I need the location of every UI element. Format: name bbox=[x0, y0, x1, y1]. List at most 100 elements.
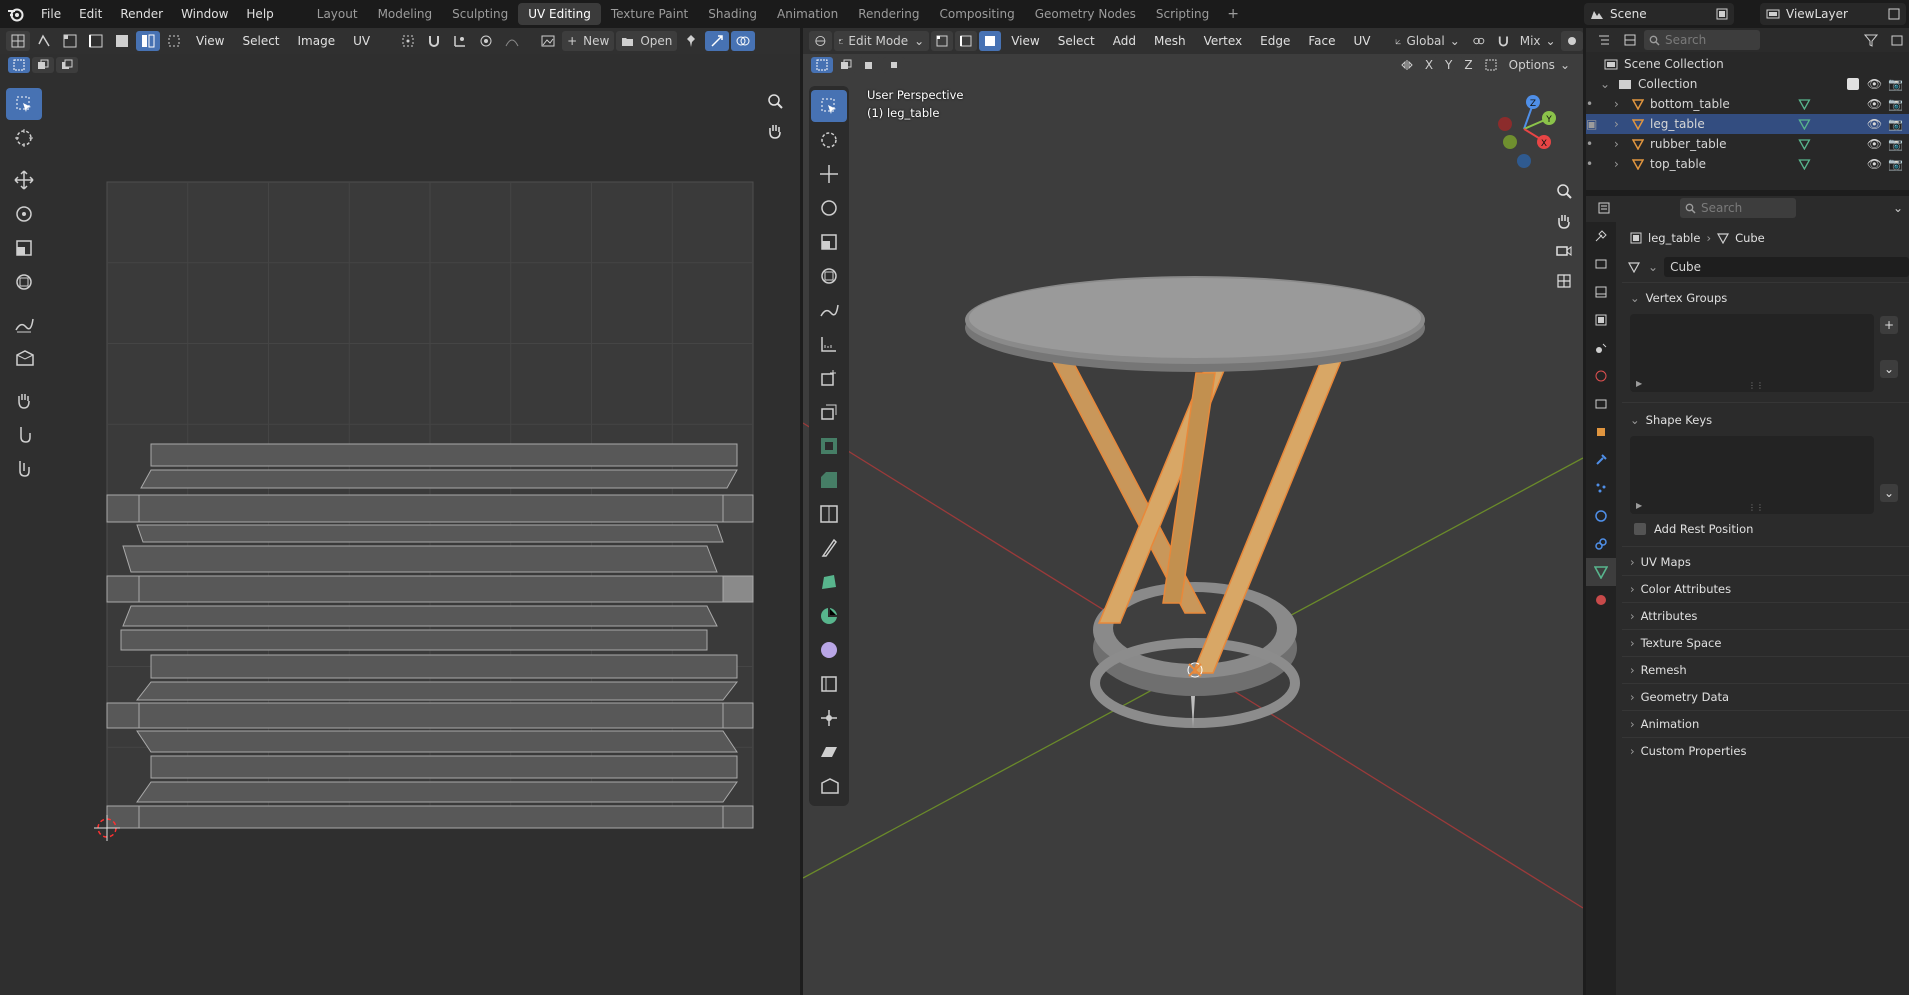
panel-color-attributes[interactable]: › Color Attributes bbox=[1622, 577, 1909, 601]
filter-icon[interactable] bbox=[1859, 30, 1883, 50]
vp-poly-build-tool-icon[interactable] bbox=[811, 566, 847, 598]
chevron-right-icon[interactable]: › bbox=[1614, 117, 1632, 131]
panel-vertex-groups[interactable]: ⌄ Vertex Groups bbox=[1622, 286, 1909, 310]
panel-attributes[interactable]: › Attributes bbox=[1622, 604, 1909, 628]
vp-select-box-tool-icon[interactable] bbox=[811, 90, 847, 122]
viewport-menu-mesh[interactable]: Mesh bbox=[1146, 34, 1194, 48]
outliner-object-top-table[interactable]: • › top_table 👁 📷 bbox=[1586, 154, 1909, 174]
vp-shrink-fatten-tool-icon[interactable] bbox=[811, 702, 847, 734]
mirror-axis-x[interactable]: X bbox=[1419, 57, 1439, 73]
render-camera-icon[interactable]: 📷 bbox=[1888, 137, 1903, 151]
vp-spin-tool-icon[interactable] bbox=[811, 600, 847, 632]
chevron-down-icon[interactable]: ⌄ bbox=[1887, 198, 1909, 218]
blender-logo-icon[interactable] bbox=[0, 0, 32, 28]
properties-editor-type-icon[interactable] bbox=[1592, 198, 1616, 218]
chevron-down-icon[interactable]: ⌄ bbox=[1600, 77, 1618, 91]
tab-texture-paint[interactable]: Texture Paint bbox=[601, 3, 698, 25]
render-camera-icon[interactable]: 📷 bbox=[1888, 97, 1903, 111]
shape-key-specials-icon[interactable]: ⌄ bbox=[1880, 484, 1898, 502]
viewport-menu-add[interactable]: Add bbox=[1105, 34, 1144, 48]
viewport-menu-vertex[interactable]: Vertex bbox=[1196, 34, 1251, 48]
panel-uv-maps[interactable]: › UV Maps bbox=[1622, 550, 1909, 574]
render-camera-icon[interactable]: 📷 bbox=[1888, 157, 1903, 171]
render-camera-icon[interactable]: 📷 bbox=[1888, 117, 1903, 131]
viewport-scene[interactable] bbox=[803, 28, 1583, 995]
vp-edge-slide-tool-icon[interactable] bbox=[811, 668, 847, 700]
panel-animation[interactable]: › Animation bbox=[1622, 712, 1909, 736]
panel-shape-keys[interactable]: ⌄ Shape Keys bbox=[1622, 408, 1909, 432]
mesh-name-field[interactable]: Cube bbox=[1664, 257, 1909, 277]
chevron-down-icon[interactable]: ⌄ bbox=[1648, 260, 1658, 274]
physics-tab-icon[interactable] bbox=[1586, 502, 1616, 530]
vp-rotate-tool-icon[interactable] bbox=[811, 192, 847, 224]
vp-scale-tool-icon[interactable] bbox=[811, 226, 847, 258]
viewport-menu-edge[interactable]: Edge bbox=[1252, 34, 1298, 48]
proportional-selector[interactable]: Mix ⌄ bbox=[1516, 31, 1559, 51]
collection-tab-icon[interactable] bbox=[1586, 390, 1616, 418]
vp-shear-tool-icon[interactable] bbox=[811, 736, 847, 768]
menu-file[interactable]: File bbox=[32, 0, 70, 28]
options-dropdown[interactable]: Options ⌄ bbox=[1504, 55, 1575, 75]
tab-modeling[interactable]: Modeling bbox=[368, 3, 443, 25]
object-tab-icon[interactable] bbox=[1586, 418, 1616, 446]
tab-geometry-nodes[interactable]: Geometry Nodes bbox=[1025, 3, 1146, 25]
world-tab-icon[interactable] bbox=[1586, 362, 1616, 390]
mesh-data-tab-icon[interactable] bbox=[1586, 558, 1616, 586]
material-tab-icon[interactable] bbox=[1586, 586, 1616, 614]
particles-tab-icon[interactable] bbox=[1586, 474, 1616, 502]
outliner-editor-type-icon[interactable] bbox=[1592, 30, 1616, 50]
vp-select-set-subtract-icon[interactable] bbox=[859, 57, 881, 73]
list-resize-grip-icon[interactable]: ⋮⋮ bbox=[1748, 381, 1764, 390]
vp-select-set-new-icon[interactable] bbox=[811, 57, 833, 73]
viewport-menu-face[interactable]: Face bbox=[1300, 34, 1343, 48]
tool-tab-icon[interactable] bbox=[1586, 222, 1616, 250]
orientation-selector[interactable]: Global ⌄ bbox=[1390, 31, 1465, 51]
output-tab-icon[interactable] bbox=[1586, 278, 1616, 306]
edge-mode-icon[interactable] bbox=[955, 31, 978, 51]
viewport-menu-view[interactable]: View bbox=[1003, 34, 1047, 48]
proportional-toggle-icon[interactable] bbox=[1560, 31, 1583, 51]
list-resize-grip-icon[interactable]: ⋮⋮ bbox=[1748, 503, 1764, 512]
vp-inset-tool-icon[interactable] bbox=[811, 430, 847, 462]
visibility-eye-icon[interactable]: 👁 bbox=[1867, 77, 1882, 91]
vp-camera-icon[interactable] bbox=[1555, 242, 1573, 263]
new-scene-icon[interactable] bbox=[1716, 8, 1728, 20]
vp-zoom-icon[interactable] bbox=[1555, 182, 1573, 203]
modifier-tab-icon[interactable] bbox=[1586, 446, 1616, 474]
scene-selector[interactable]: Scene bbox=[1584, 3, 1734, 25]
outliner-object-rubber-table[interactable]: • › rubber_table 👁 📷 bbox=[1586, 134, 1909, 154]
outliner-search[interactable]: Search bbox=[1644, 30, 1760, 50]
shape-keys-list[interactable]: ▶ ⋮⋮ bbox=[1630, 436, 1874, 514]
chevron-right-icon[interactable]: › bbox=[1614, 97, 1632, 111]
render-camera-icon[interactable]: 📷 bbox=[1888, 77, 1903, 91]
list-expand-icon[interactable]: ▶ bbox=[1636, 501, 1642, 510]
vp-smooth-tool-icon[interactable] bbox=[811, 634, 847, 666]
panel-remesh[interactable]: › Remesh bbox=[1622, 658, 1909, 682]
new-collection-icon[interactable] bbox=[1885, 30, 1909, 50]
face-mode-icon[interactable] bbox=[979, 31, 1002, 51]
add-rest-position-checkbox[interactable] bbox=[1634, 523, 1646, 535]
vp-rip-tool-icon[interactable] bbox=[811, 770, 847, 802]
tab-sculpting[interactable]: Sculpting bbox=[442, 3, 518, 25]
properties-search[interactable]: Search bbox=[1680, 198, 1796, 218]
vp-loop-cut-tool-icon[interactable] bbox=[811, 498, 847, 530]
panel-custom-properties[interactable]: › Custom Properties bbox=[1622, 739, 1909, 763]
menu-edit[interactable]: Edit bbox=[70, 0, 111, 28]
menu-window[interactable]: Window bbox=[172, 0, 237, 28]
vp-move-tool-icon[interactable] bbox=[811, 158, 847, 190]
vertex-groups-list[interactable]: ▶ ⋮⋮ bbox=[1630, 314, 1874, 392]
uv-canvas[interactable] bbox=[0, 28, 800, 995]
chevron-right-icon[interactable]: › bbox=[1614, 157, 1632, 171]
auto-merge-icon[interactable] bbox=[1480, 55, 1502, 75]
tab-shading[interactable]: Shading bbox=[698, 3, 767, 25]
vp-select-set-intersect-icon[interactable] bbox=[883, 57, 905, 73]
viewport-menu-select[interactable]: Select bbox=[1050, 34, 1103, 48]
vertex-mode-icon[interactable] bbox=[931, 31, 954, 51]
tab-compositing[interactable]: Compositing bbox=[929, 3, 1024, 25]
outliner-object-bottom-table[interactable]: • › bottom_table 👁 📷 bbox=[1586, 94, 1909, 114]
list-expand-icon[interactable]: ▶ bbox=[1636, 379, 1642, 388]
tab-animation[interactable]: Animation bbox=[767, 3, 848, 25]
mirror-axis-y[interactable]: Y bbox=[1440, 57, 1458, 73]
vp-pan-icon[interactable] bbox=[1555, 212, 1573, 233]
constraints-tab-icon[interactable] bbox=[1586, 530, 1616, 558]
